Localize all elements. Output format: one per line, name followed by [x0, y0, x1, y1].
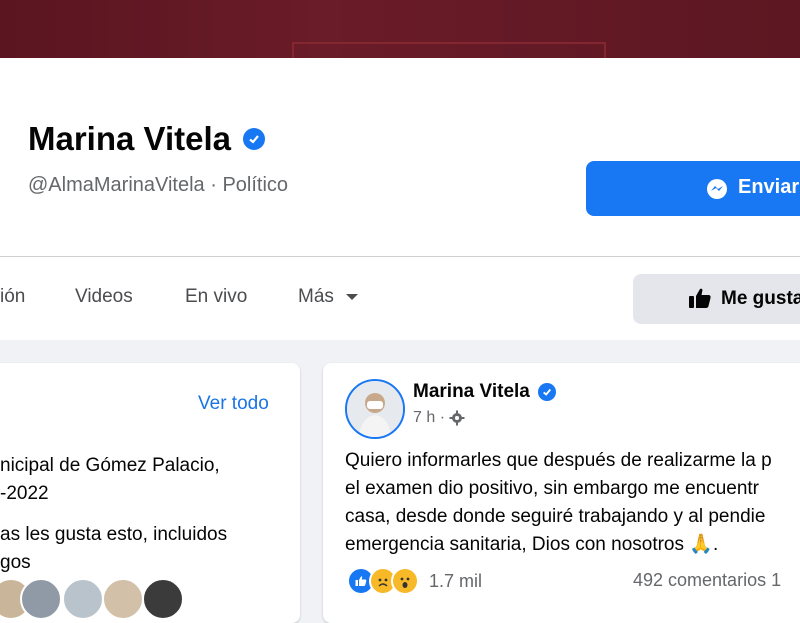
post-line: Quiero informarles que después de realiz…	[345, 450, 772, 471]
thumbs-up-icon	[688, 287, 712, 315]
about-line-4: gos	[0, 552, 31, 573]
reactions-summary[interactable]: 1.7 mil	[347, 567, 482, 595]
post-line: casa, desde donde seguiré trabajando y a…	[345, 506, 766, 527]
about-line-1: nicipal de Gómez Palacio,	[0, 455, 220, 476]
tab-en-vivo[interactable]: En vivo	[185, 286, 247, 308]
tab-informacion[interactable]: ión	[0, 286, 25, 308]
avatar[interactable]	[142, 578, 184, 620]
send-button-label: Enviar	[738, 176, 800, 198]
page-title: Marina Vitela	[28, 120, 265, 158]
post-line: el examen dio positivo, sin embargo me e…	[345, 478, 760, 499]
tab-more-label: Más	[298, 286, 334, 307]
about-line-2: -2022	[0, 483, 49, 504]
reaction-count: 1.7 mil	[429, 570, 483, 591]
comments-count[interactable]: 492 comentarios 1	[633, 570, 781, 591]
like-page-button[interactable]: Me gusta	[633, 274, 800, 324]
avatar[interactable]	[20, 578, 62, 620]
like-button-label: Me gusta	[721, 288, 800, 309]
friend-avatars	[0, 578, 184, 620]
post-author-name[interactable]: Marina Vitela	[413, 381, 530, 403]
page-name: Marina Vitela	[28, 120, 231, 157]
post-author: Marina Vitela	[413, 381, 556, 403]
header-divider	[0, 256, 800, 257]
send-message-button[interactable]: Enviar	[586, 161, 800, 216]
tab-videos[interactable]: Videos	[75, 286, 133, 308]
page-handle-category: @AlmaMarinaVitela · Político	[28, 174, 289, 196]
avatar[interactable]	[62, 578, 104, 620]
settings-gear-icon	[449, 410, 465, 426]
dropdown-caret-icon	[346, 294, 359, 300]
cover-photo[interactable]	[0, 0, 800, 58]
post-author-avatar[interactable]	[345, 379, 405, 439]
about-line-3: as les gusta esto, incluidos	[0, 524, 228, 545]
post-card: Marina Vitela 7 h · Quiero informarles q…	[323, 363, 800, 623]
cover-decoration	[292, 42, 606, 58]
post-text: Quiero informarles que después de realiz…	[345, 447, 800, 559]
avatar[interactable]	[102, 578, 144, 620]
verified-badge-icon	[537, 383, 556, 401]
wow-reaction-icon	[391, 567, 419, 595]
about-card: Ver todo nicipal de Gómez Palacio, -2022…	[0, 363, 300, 623]
tab-more[interactable]: Más	[298, 286, 359, 308]
see-all-link[interactable]: Ver todo	[198, 393, 269, 415]
verified-badge-icon	[242, 128, 265, 150]
post-meta: 7 h ·	[413, 409, 465, 427]
post-timestamp[interactable]: 7 h ·	[413, 409, 445, 427]
messenger-icon	[706, 178, 728, 206]
post-line: emergencia sanitaria, Dios con nosotros …	[345, 534, 719, 555]
